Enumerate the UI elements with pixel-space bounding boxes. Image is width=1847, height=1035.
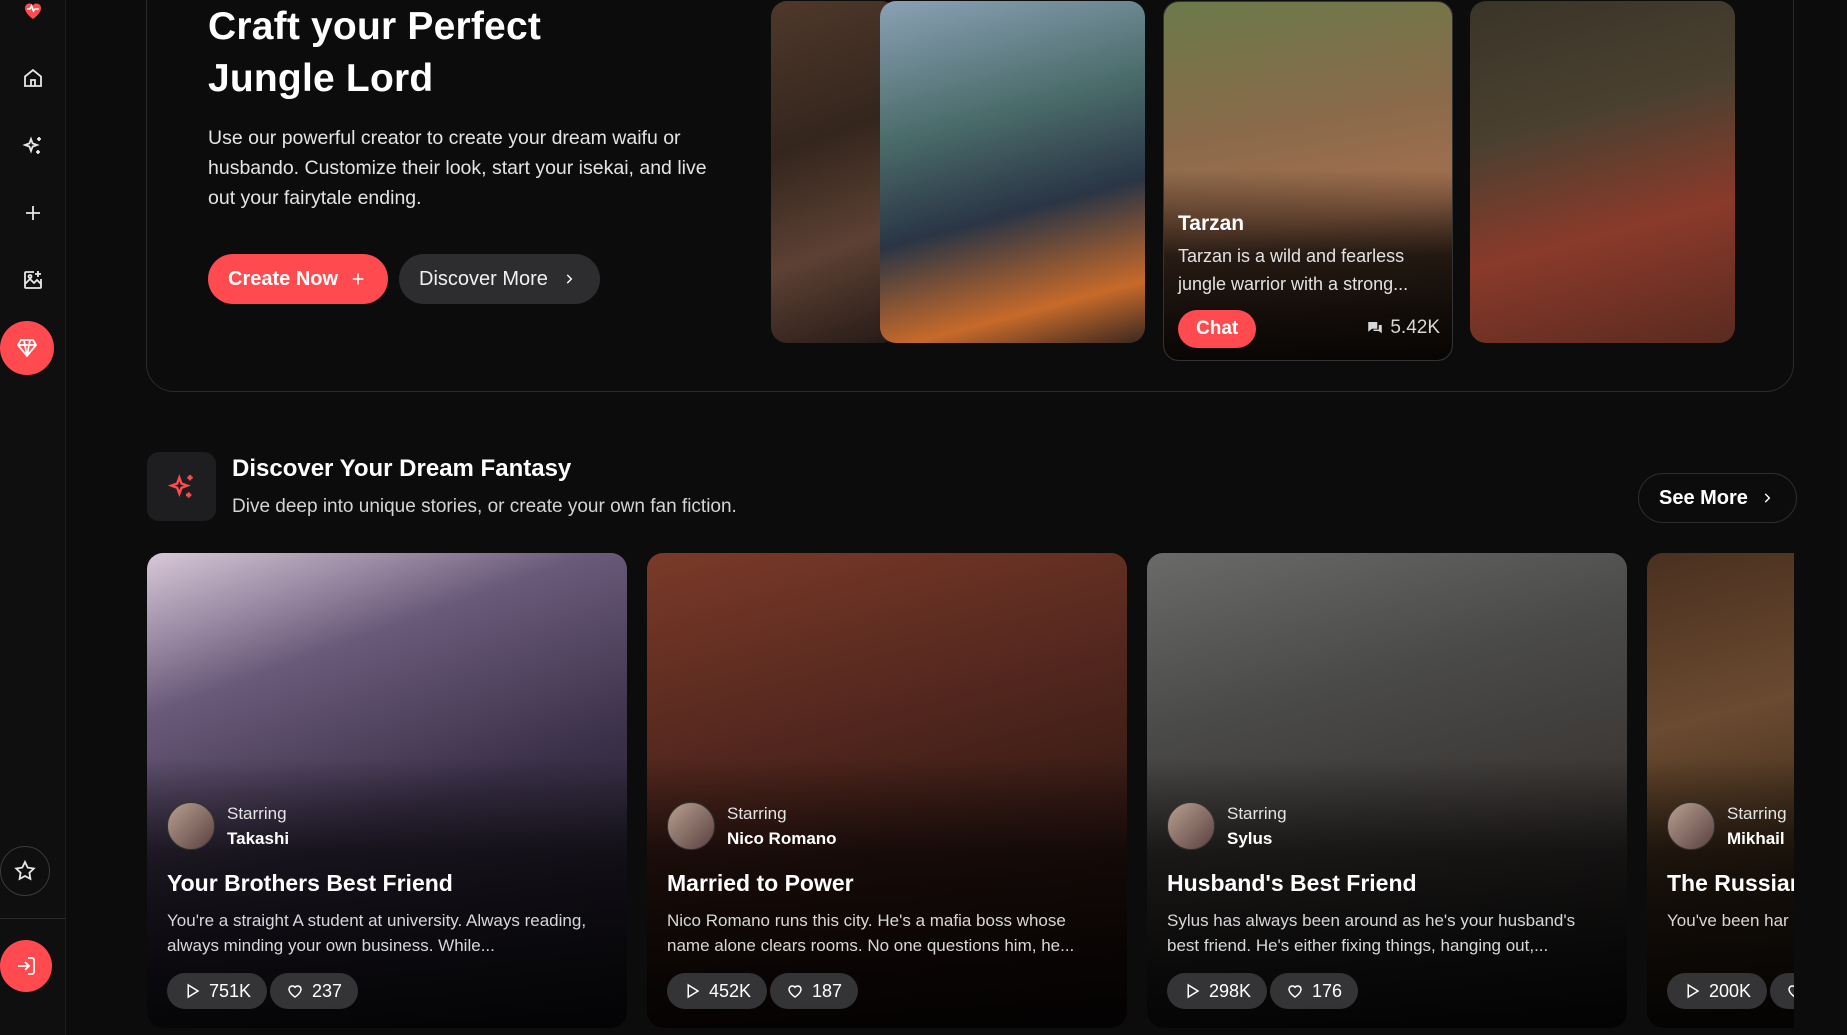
story-carousel: Starring Takashi Your Brothers Best Frie… <box>147 553 1794 1035</box>
image-edit-icon[interactable] <box>9 256 57 304</box>
featured-character-card[interactable]: Tarzan Tarzan is a wild and fearless jun… <box>1163 1 1453 361</box>
story-title: Husband's Best Friend <box>1167 870 1417 896</box>
story-title: The Russian <box>1667 870 1794 896</box>
character-card-image[interactable] <box>771 1 897 343</box>
story-description: You're a straight A student at universit… <box>167 911 587 955</box>
sparkles-icon <box>147 452 216 521</box>
character-card-image[interactable] <box>880 1 1145 343</box>
character-name: Nico Romano <box>727 829 837 848</box>
featured-character-name: Tarzan <box>1178 212 1245 235</box>
plays-value: 452K <box>709 980 752 1001</box>
starring-label: Starring <box>1727 804 1787 823</box>
avatar <box>667 802 715 850</box>
character-card-image[interactable] <box>1470 1 1735 343</box>
gem-icon[interactable] <box>0 321 54 375</box>
story-description: Sylus has always been around as he's you… <box>1167 911 1576 955</box>
story-description: Nico Romano runs this city. He's a mafia… <box>667 911 1075 955</box>
discover-more-button[interactable]: Discover More <box>399 254 600 304</box>
section-title: Discover Your Dream Fantasy <box>232 455 572 482</box>
avatar <box>1667 802 1715 850</box>
story-card[interactable]: Starring Nico Romano Married to Power Ni… <box>647 553 1127 1028</box>
starring-label: Starring <box>227 804 287 823</box>
section-subtitle: Dive deep into unique stories, or create… <box>232 496 737 517</box>
play-icon <box>1687 983 1700 999</box>
sidebar-divider <box>0 918 66 919</box>
plays-count: 298K <box>1167 973 1268 1009</box>
story-description: You've been har Russian Mafia's <box>1667 911 1794 930</box>
hero-description: Use our powerful creator to create your … <box>208 127 707 209</box>
chat-count: 5.42K <box>1366 317 1440 339</box>
story-title: Your Brothers Best Friend <box>167 870 453 896</box>
discover-more-label: Discover More <box>419 267 548 290</box>
character-name: Takashi <box>227 829 290 848</box>
login-icon[interactable] <box>0 940 52 992</box>
star-icon[interactable] <box>0 846 50 896</box>
likes-count[interactable]: 176 <box>1270 973 1359 1009</box>
likes-value: 187 <box>812 980 843 1001</box>
heart-icon <box>788 985 802 998</box>
likes-count[interactable]: 187 <box>770 973 859 1009</box>
hero-title-line2: Jungle Lord <box>208 57 434 100</box>
story-card[interactable]: Starring Mikhail The Russian You've been… <box>1647 553 1794 1028</box>
plus-icon[interactable] <box>9 189 57 237</box>
featured-character-description: Tarzan is a wild and fearless jungle war… <box>1178 246 1409 294</box>
home-icon[interactable] <box>9 54 57 102</box>
plays-count: 200K <box>1667 973 1768 1009</box>
heartbeat-logo-icon[interactable] <box>9 0 57 34</box>
play-icon <box>187 983 200 999</box>
chevron-right-icon <box>566 274 573 284</box>
avatar <box>167 802 215 850</box>
chat-button[interactable]: Chat <box>1178 310 1257 348</box>
sidebar <box>0 0 66 1035</box>
avatar <box>1167 802 1215 850</box>
play-icon <box>687 983 700 999</box>
chat-bubbles-icon <box>1368 322 1383 334</box>
plays-value: 751K <box>209 980 252 1001</box>
heart-icon <box>1788 985 1794 998</box>
starring-label: Starring <box>1227 804 1287 823</box>
sparkles-icon[interactable] <box>9 122 57 170</box>
hero-title: Craft your Perfect Jungle Lord <box>208 1 728 105</box>
plays-count: 452K <box>667 973 768 1009</box>
likes-count[interactable]: 237 <box>270 973 359 1009</box>
plus-icon <box>352 273 364 285</box>
story-card[interactable]: Starring Takashi Your Brothers Best Frie… <box>147 553 627 1028</box>
see-more-label: See More <box>1659 486 1748 509</box>
hero-title-line1: Craft your Perfect <box>208 5 542 48</box>
likes-value: 176 <box>1312 980 1343 1001</box>
hero-banner: Craft your Perfect Jungle Lord Use our p… <box>146 0 1794 392</box>
plays-count: 751K <box>167 973 268 1009</box>
plays-value: 200K <box>1709 980 1752 1001</box>
chat-count-value: 5.42K <box>1390 317 1440 338</box>
story-card[interactable]: Starring Sylus Husband's Best Friend Syl… <box>1147 553 1627 1028</box>
heart-icon <box>1288 985 1302 998</box>
plays-value: 298K <box>1209 980 1252 1001</box>
starring-label: Starring <box>727 804 787 823</box>
play-icon <box>1187 983 1200 999</box>
character-name: Sylus <box>1227 829 1273 848</box>
see-more-button[interactable]: See More <box>1638 473 1797 523</box>
create-now-label: Create Now <box>228 267 339 290</box>
chevron-right-icon <box>1764 493 1771 503</box>
likes-value: 237 <box>312 980 343 1001</box>
heart-icon <box>288 985 302 998</box>
character-name: Mikhail <box>1727 829 1785 848</box>
story-title: Married to Power <box>667 870 854 896</box>
create-now-button[interactable]: Create Now <box>208 254 389 304</box>
